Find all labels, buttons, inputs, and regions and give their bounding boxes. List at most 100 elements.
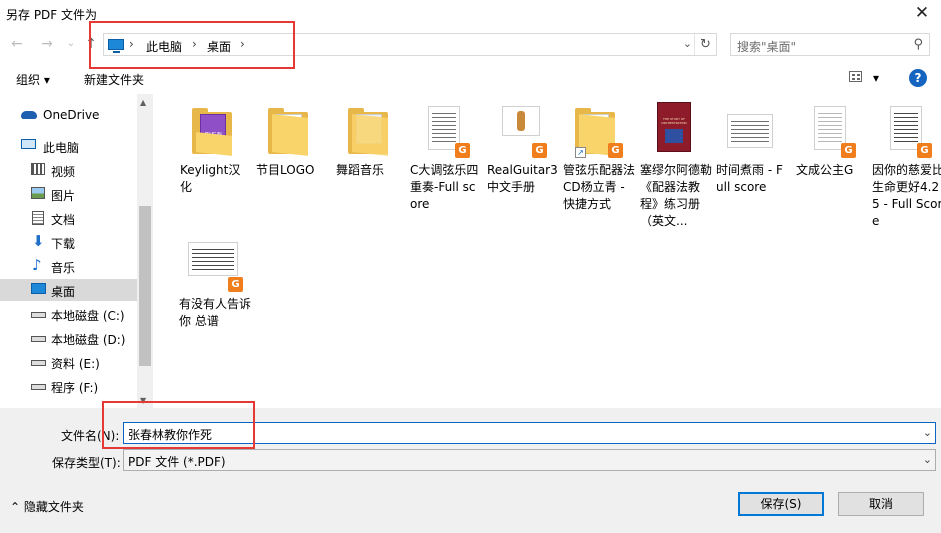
sidebar-item-label: 图片 <box>51 189 76 203</box>
sidebar-item-this-pc[interactable]: 此电脑 <box>0 135 137 157</box>
search-input[interactable]: 搜索"桌面" ⚲ <box>730 33 930 56</box>
forward-arrow-icon[interactable]: → <box>38 35 56 53</box>
file-item[interactable]: 节目LOGO <box>252 102 328 179</box>
shortcut-arrow-icon: ↗ <box>575 147 586 158</box>
close-icon[interactable]: ✕ <box>909 2 935 24</box>
sidebar-item-label: 资料 (E:) <box>51 357 100 371</box>
sidebar-item-label: 视频 <box>51 165 76 179</box>
video-icon <box>31 163 45 175</box>
file-item[interactable]: PLUG-IN Keylight汉化 <box>176 102 252 196</box>
pdf-file-icon: G <box>878 102 934 158</box>
file-name: 文成公主G <box>796 163 854 177</box>
sidebar-item-drive-d[interactable]: 本地磁盘 (D:) <box>0 327 137 349</box>
scrollbar-thumb[interactable] <box>139 206 151 366</box>
address-dropdown-icon[interactable]: ⌄ <box>683 37 692 50</box>
cancel-button[interactable]: 取消 <box>838 492 924 516</box>
sidebar-item-desktop[interactable]: 桌面 <box>0 279 137 301</box>
file-item[interactable]: 时间煮雨 - Full score <box>712 102 788 196</box>
sidebar-item-label: OneDrive <box>43 108 100 122</box>
file-item[interactable]: ↗ G 管弦乐配器法CD杨立青 - 快捷方式 <box>559 102 635 213</box>
file-name: 时间煮雨 - Full score <box>716 163 783 194</box>
file-name: 节目LOGO <box>256 163 315 177</box>
breadcrumb-separator: › <box>129 37 134 51</box>
toolbar: 组织 ▾ 新建文件夹 ▾ ? <box>0 62 941 94</box>
recent-locations-icon[interactable]: ⌄ <box>62 35 80 53</box>
breadcrumb-separator[interactable]: › <box>192 37 197 51</box>
download-icon: ⬇ <box>32 232 45 250</box>
filename-input[interactable]: 张春林教你作死 ⌄ <box>123 422 936 444</box>
file-item[interactable]: THE STUDY OF ORCHESTRATION 塞缪尔阿德勒《配器法教程》… <box>636 102 712 230</box>
sidebar-item-documents[interactable]: 文档 <box>0 207 137 229</box>
file-type-label: 保存类型(T): <box>52 456 121 470</box>
drive-icon <box>31 360 46 366</box>
sidebar-item-drive-f[interactable]: 程序 (F:) <box>0 375 137 397</box>
sidebar-item-label: 本地磁盘 (D:) <box>51 333 126 347</box>
file-type-dropdown-icon[interactable]: ⌄ <box>923 453 932 466</box>
filename-dropdown-icon[interactable]: ⌄ <box>923 426 932 439</box>
sidebar-item-label: 本地磁盘 (C:) <box>51 309 125 323</box>
music-icon: ♪ <box>32 256 42 274</box>
filename-label: 文件名(N): <box>61 429 120 443</box>
sidebar-scrollbar[interactable]: ▲ ▼ <box>137 94 153 408</box>
back-arrow-icon[interactable]: ← <box>8 35 26 53</box>
pdf-badge-icon: G <box>228 277 243 292</box>
file-name: Keylight汉化 <box>180 163 241 194</box>
sidebar-item-label: 程序 (F:) <box>51 381 99 395</box>
up-arrow-icon[interactable]: ↑ <box>82 35 100 53</box>
sidebar-item-onedrive[interactable]: OneDrive <box>0 104 137 126</box>
pdf-file-icon: G <box>416 102 472 158</box>
book-title: THE STUDY OF ORCHESTRATION <box>661 117 687 125</box>
file-item[interactable]: 舞蹈音乐 <box>332 102 408 179</box>
view-mode-icon[interactable] <box>849 71 862 82</box>
file-item[interactable]: G RealGuitar3中文手册 <box>483 102 559 196</box>
sidebar-item-pictures[interactable]: 图片 <box>0 183 137 205</box>
hide-folders-toggle[interactable]: ⌃ 隐藏文件夹 <box>10 498 84 515</box>
cloud-icon <box>21 111 37 119</box>
sidebar-item-music[interactable]: ♪ 音乐 <box>0 255 137 277</box>
scroll-up-icon[interactable]: ▲ <box>140 98 146 107</box>
save-button[interactable]: 保存(S) <box>738 492 824 516</box>
file-type-value: PDF 文件 (*.PDF) <box>128 455 226 469</box>
pdf-file-icon: G <box>493 102 549 158</box>
plugin-folder-icon: PLUG-IN <box>186 102 242 158</box>
navigation-bar: ← → ⌄ ↑ › 此电脑 › 桌面 › ⌄ ↻ 搜索"桌面" ⚲ <box>0 30 941 60</box>
desktop-icon <box>31 283 46 294</box>
document-icon <box>32 211 44 225</box>
computer-icon <box>21 139 36 149</box>
file-name: 舞蹈音乐 <box>336 163 385 177</box>
file-item[interactable]: G 有没有人告诉你 总谱 <box>175 236 251 330</box>
organize-menu[interactable]: 组织 ▾ <box>16 71 50 88</box>
file-name: 管弦乐配器法CD杨立青 - 快捷方式 <box>563 163 636 211</box>
sidebar-item-label: 文档 <box>51 213 76 227</box>
file-type-select[interactable]: PDF 文件 (*.PDF) ⌄ <box>123 449 936 471</box>
pdf-file-icon <box>722 102 778 158</box>
file-item[interactable]: G 文成公主G <box>792 102 868 179</box>
address-bar[interactable]: › 此电脑 › 桌面 › ⌄ ↻ <box>103 33 717 56</box>
pdf-badge-icon: G <box>841 143 856 158</box>
sidebar-item-downloads[interactable]: ⬇ 下载 <box>0 231 137 253</box>
file-name: 有没有人告诉你 总谱 <box>179 297 252 328</box>
sidebar-item-drive-e[interactable]: 资料 (E:) <box>0 351 137 373</box>
filename-value: 张春林教你作死 <box>128 428 213 442</box>
sidebar-item-videos[interactable]: 视频 <box>0 159 137 181</box>
file-item[interactable]: G C大调弦乐四重奏-Full score <box>406 102 482 213</box>
sidebar-item-drive-c[interactable]: 本地磁盘 (C:) <box>0 303 137 325</box>
breadcrumb-desktop[interactable]: 桌面 <box>207 38 231 55</box>
sidebar-item-label: 音乐 <box>51 261 76 275</box>
breadcrumb-this-pc[interactable]: 此电脑 <box>146 38 182 55</box>
view-dropdown-icon[interactable]: ▾ <box>873 71 879 85</box>
new-folder-button[interactable]: 新建文件夹 <box>84 71 144 88</box>
scroll-down-icon[interactable]: ▼ <box>140 396 146 405</box>
file-name: RealGuitar3中文手册 <box>487 163 558 194</box>
refresh-icon[interactable]: ↻ <box>694 34 716 55</box>
breadcrumb-separator[interactable]: › <box>240 37 245 51</box>
pdf-badge-icon: G <box>532 143 547 158</box>
help-icon[interactable]: ? <box>909 69 927 87</box>
sidebar-item-label: 此电脑 <box>43 141 80 155</box>
pdf-badge-icon: G <box>455 143 470 158</box>
file-item[interactable]: G 因你的慈爱比生命更好4.25 - Full Score <box>868 102 941 230</box>
file-name: 因你的慈爱比生命更好4.25 - Full Score <box>872 163 941 228</box>
drive-icon <box>31 312 46 318</box>
search-icon[interactable]: ⚲ <box>913 37 923 52</box>
pdf-badge-icon: G <box>917 143 932 158</box>
